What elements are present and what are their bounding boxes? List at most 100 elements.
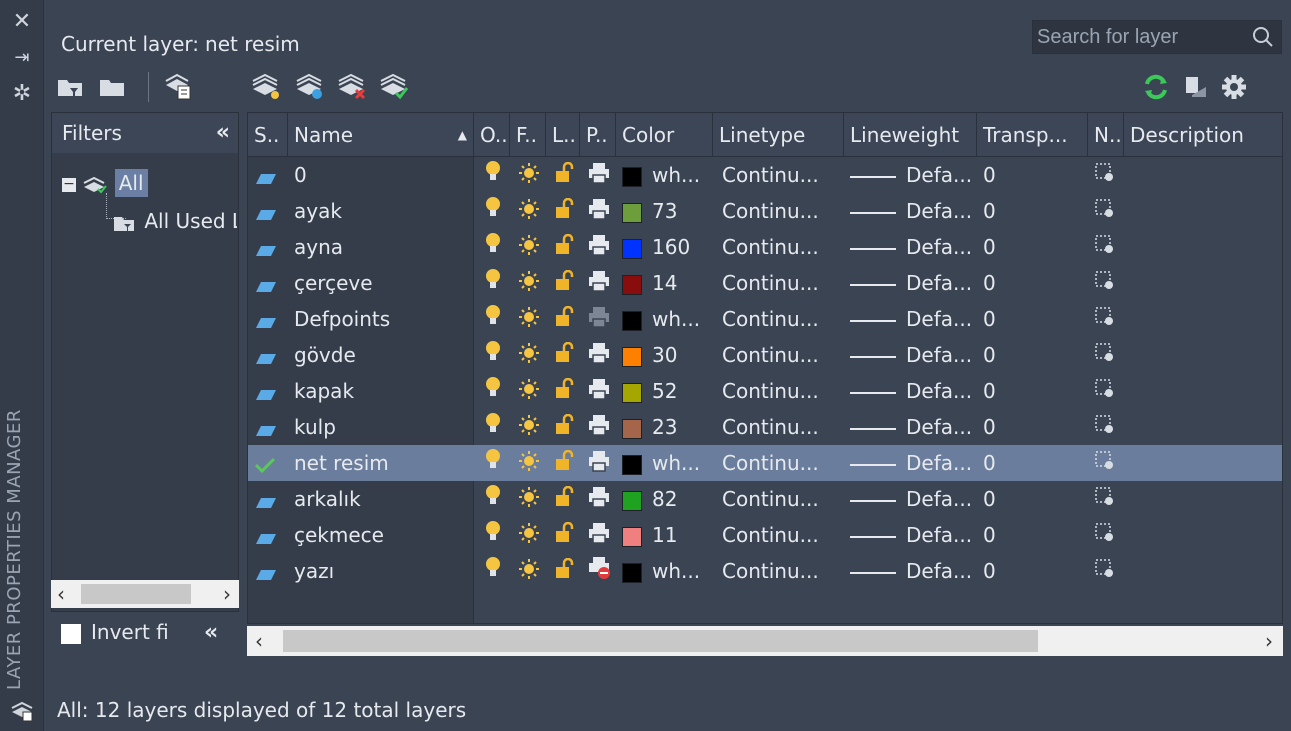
unlock-icon[interactable] xyxy=(554,519,574,554)
light-bulb-icon[interactable] xyxy=(484,375,502,410)
color-cell[interactable]: 52 xyxy=(622,373,712,409)
printer-icon[interactable] xyxy=(588,375,610,410)
light-bulb-icon[interactable] xyxy=(484,195,502,230)
layer-name-cell[interactable]: arkalık xyxy=(294,481,470,517)
description-cell[interactable] xyxy=(1130,481,1280,517)
description-cell[interactable] xyxy=(1130,265,1280,301)
layer-row[interactable]: net resim wh... Continu... Defa... 0 xyxy=(248,445,1282,482)
on-cell[interactable] xyxy=(484,301,514,337)
column-header-transparency[interactable]: Transp... xyxy=(977,113,1088,157)
scroll-right-icon[interactable]: › xyxy=(223,580,231,608)
description-cell[interactable] xyxy=(1130,373,1280,409)
unlock-icon[interactable] xyxy=(554,303,574,338)
new-vp-freeze-icon[interactable] xyxy=(1094,195,1116,230)
no-plot-icon[interactable] xyxy=(588,555,612,590)
layer-name-cell[interactable]: çekmece xyxy=(294,517,470,553)
column-header-plot[interactable]: P.. xyxy=(580,113,616,157)
freeze-cell[interactable] xyxy=(518,229,548,265)
light-bulb-icon[interactable] xyxy=(484,555,502,590)
plot-cell[interactable] xyxy=(588,445,618,481)
description-cell[interactable] xyxy=(1130,517,1280,553)
plot-cell[interactable] xyxy=(588,337,618,373)
new-vp-freeze-icon[interactable] xyxy=(1094,555,1116,590)
layer-row[interactable]: ayna 160 Continu... Defa... 0 xyxy=(248,229,1282,266)
scroll-right-icon[interactable]: › xyxy=(1265,626,1273,656)
lock-cell[interactable] xyxy=(554,337,584,373)
linetype-cell[interactable]: Continu... xyxy=(722,265,842,301)
printer-icon[interactable] xyxy=(588,159,610,194)
transparency-cell[interactable]: 0 xyxy=(983,301,1083,337)
plot-cell[interactable] xyxy=(588,265,618,301)
linetype-cell[interactable]: Continu... xyxy=(722,301,842,337)
printer-icon[interactable] xyxy=(588,231,610,266)
layer-name-cell[interactable]: yazı xyxy=(294,553,470,589)
on-cell[interactable] xyxy=(484,553,514,589)
description-cell[interactable] xyxy=(1130,157,1280,193)
plot-cell[interactable] xyxy=(588,301,618,337)
layer-row[interactable]: yazı wh... Continu... Defa... 0 xyxy=(248,553,1282,590)
description-cell[interactable] xyxy=(1130,337,1280,373)
new-vp-freeze-icon[interactable] xyxy=(1094,267,1116,302)
light-bulb-icon[interactable] xyxy=(484,231,502,266)
lineweight-cell[interactable]: Defa... xyxy=(850,337,976,373)
light-bulb-icon[interactable] xyxy=(484,411,502,446)
new-vp-freeze-icon[interactable] xyxy=(1094,159,1116,194)
sun-icon[interactable] xyxy=(518,267,540,302)
layer-row[interactable]: çerçeve 14 Continu... Defa... 0 xyxy=(248,265,1282,302)
column-header-color[interactable]: Color xyxy=(616,113,713,157)
description-cell[interactable] xyxy=(1130,193,1280,229)
color-cell[interactable]: 73 xyxy=(622,193,712,229)
freeze-cell[interactable] xyxy=(518,157,548,193)
layer-row[interactable]: Defpoints wh... Continu... Defa... 0 xyxy=(248,301,1282,338)
lineweight-cell[interactable]: Defa... xyxy=(850,229,976,265)
freeze-cell[interactable] xyxy=(518,193,548,229)
unlock-icon[interactable] xyxy=(554,375,574,410)
layer-name-cell[interactable]: çerçeve xyxy=(294,265,470,301)
new-vp-freeze-icon[interactable] xyxy=(1094,447,1116,482)
color-cell[interactable]: wh... xyxy=(622,445,712,481)
lock-cell[interactable] xyxy=(554,373,584,409)
column-header-lineweight[interactable]: Lineweight xyxy=(844,113,977,157)
unlock-icon[interactable] xyxy=(554,483,574,518)
newvp-cell[interactable] xyxy=(1094,301,1124,337)
unlock-icon[interactable] xyxy=(554,195,574,230)
linetype-cell[interactable]: Continu... xyxy=(722,517,842,553)
plot-cell[interactable] xyxy=(588,409,618,445)
auto-hide-icon[interactable]: ⇥ xyxy=(0,44,44,72)
on-cell[interactable] xyxy=(484,337,514,373)
lock-cell[interactable] xyxy=(554,517,584,553)
sun-icon[interactable] xyxy=(518,519,540,554)
layer-row[interactable]: kulp 23 Continu... Defa... 0 xyxy=(248,409,1282,446)
checkbox-box[interactable] xyxy=(61,623,81,644)
sun-icon[interactable] xyxy=(518,159,540,194)
transparency-cell[interactable]: 0 xyxy=(983,157,1083,193)
layer-name-cell[interactable]: ayna xyxy=(294,229,470,265)
lock-cell[interactable] xyxy=(554,553,584,589)
linetype-cell[interactable]: Continu... xyxy=(722,409,842,445)
new-vp-freeze-icon[interactable] xyxy=(1094,483,1116,518)
lock-cell[interactable] xyxy=(554,157,584,193)
lineweight-cell[interactable]: Defa... xyxy=(850,553,976,589)
tree-collapse-icon[interactable]: − xyxy=(62,177,76,192)
unlock-icon[interactable] xyxy=(554,339,574,374)
description-cell[interactable] xyxy=(1130,301,1280,337)
sun-icon[interactable] xyxy=(518,447,540,482)
linetype-cell[interactable]: Continu... xyxy=(722,229,842,265)
newvp-cell[interactable] xyxy=(1094,409,1124,445)
newvp-cell[interactable] xyxy=(1094,157,1124,193)
plot-cell[interactable] xyxy=(588,481,618,517)
filters-horizontal-scrollbar[interactable]: ‹ › xyxy=(51,580,239,608)
layer-name-cell[interactable]: 0 xyxy=(294,157,470,193)
close-icon[interactable]: ✕ xyxy=(0,8,44,36)
layer-row[interactable]: ayak 73 Continu... Defa... 0 xyxy=(248,193,1282,230)
lineweight-cell[interactable]: Defa... xyxy=(850,481,976,517)
color-cell[interactable]: 23 xyxy=(622,409,712,445)
new-group-filter-icon[interactable] xyxy=(96,70,130,104)
freeze-cell[interactable] xyxy=(518,517,548,553)
new-vp-freeze-icon[interactable] xyxy=(1094,303,1116,338)
lineweight-cell[interactable]: Defa... xyxy=(850,445,976,481)
color-cell[interactable]: 82 xyxy=(622,481,712,517)
layer-row[interactable]: çekmece 11 Continu... Defa... 0 xyxy=(248,517,1282,553)
column-header-on[interactable]: O.. xyxy=(474,113,510,157)
column-header-newvp[interactable]: N.. xyxy=(1088,113,1124,157)
